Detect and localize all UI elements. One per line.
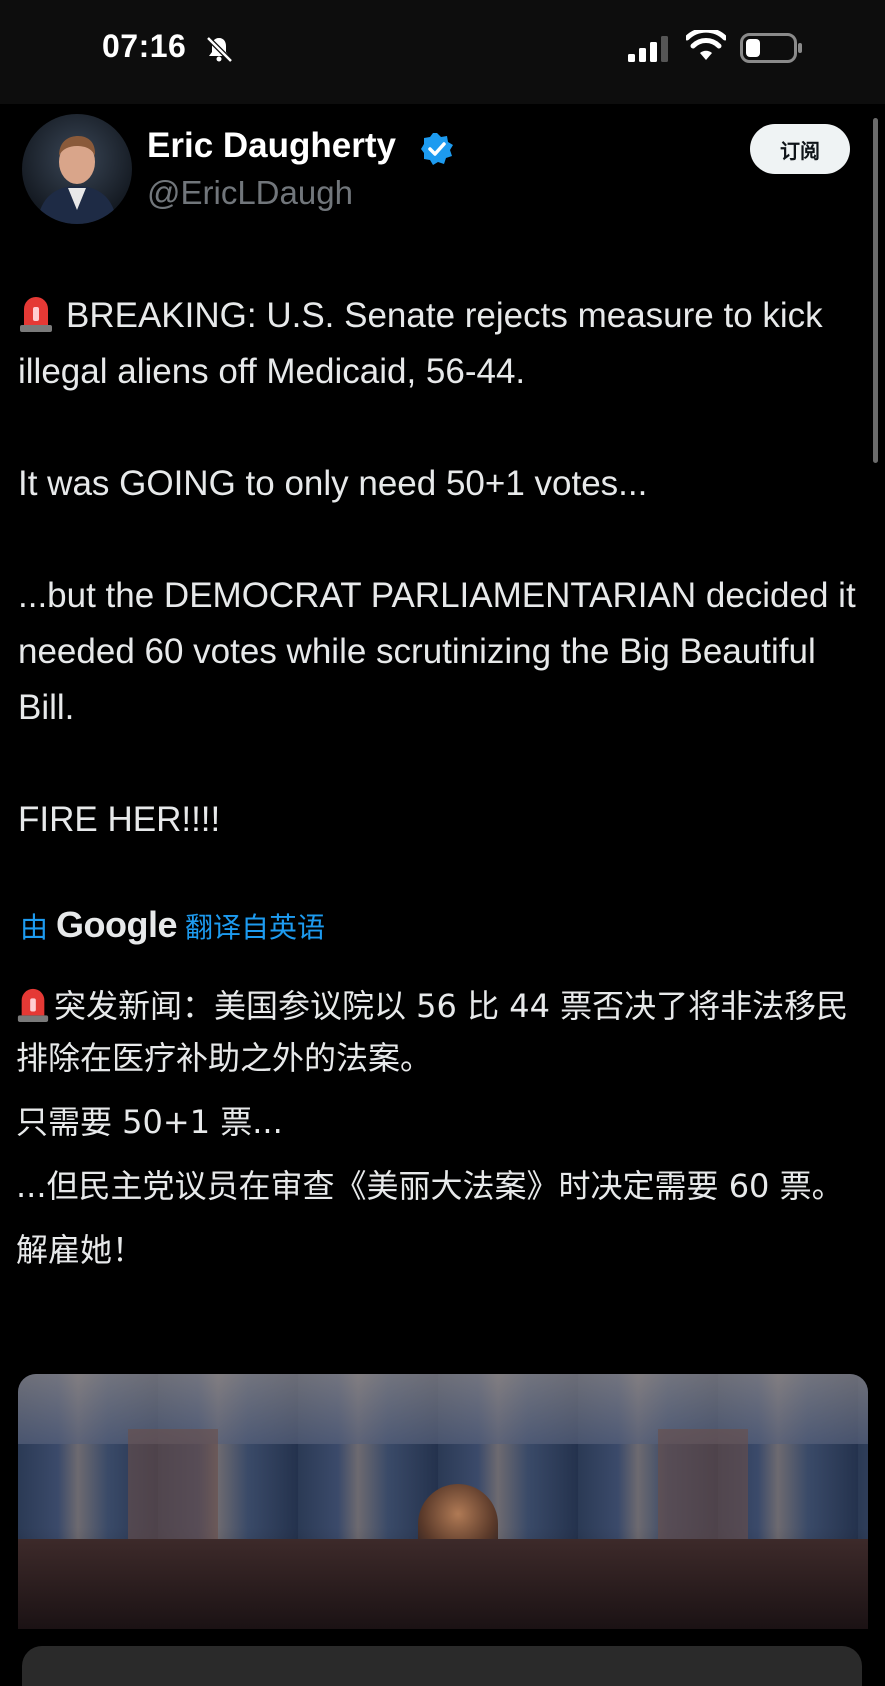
tweet-line-fire: FIRE HER!!!! bbox=[18, 800, 221, 839]
translated-line-breaking: 突发新闻：美国参议院以 56 比 44 票否决了将非法移民排除在医疗补助之外的法… bbox=[16, 987, 849, 1077]
translated-text: 突发新闻：美国参议院以 56 比 44 票否决了将非法移民排除在医疗补助之外的法… bbox=[16, 980, 871, 1288]
display-name[interactable]: Eric Daugherty bbox=[147, 126, 396, 166]
subscribe-button[interactable]: 订阅 bbox=[750, 124, 850, 174]
cellular-signal-icon bbox=[628, 36, 668, 62]
police-light-icon bbox=[20, 297, 52, 332]
avatar[interactable] bbox=[22, 114, 132, 224]
translation-prefix: 由 bbox=[20, 911, 49, 944]
translation-suffix: 翻译自英语 bbox=[185, 911, 326, 944]
tweet-line-parliamentarian: ...but the DEMOCRAT PARLIAMENTARIAN deci… bbox=[18, 576, 856, 727]
media-detail bbox=[658, 1429, 748, 1539]
wifi-icon bbox=[686, 30, 726, 60]
avatar-image bbox=[37, 136, 117, 224]
translated-line-parliamentarian: ...但民主党议员在审查《美丽大法案》时决定需要 60 票。 bbox=[16, 1167, 844, 1205]
tweet-body: BREAKING: U.S. Senate rejects measure to… bbox=[18, 288, 868, 848]
tweet-line-votes: It was GOING to only need 50+1 votes... bbox=[18, 464, 648, 503]
google-logo: Google bbox=[56, 904, 178, 945]
police-light-icon bbox=[17, 988, 49, 1022]
user-handle[interactable]: @EricLDaugh bbox=[147, 174, 353, 212]
media-detail bbox=[128, 1429, 218, 1539]
status-bar: 07:16 bbox=[0, 0, 885, 104]
status-time: 07:16 bbox=[102, 28, 187, 64]
translated-line-votes: 只需要 50+1 票... bbox=[16, 1103, 283, 1141]
bell-slash-icon bbox=[206, 36, 233, 63]
translation-attribution[interactable]: 由 Google 翻译自英语 bbox=[20, 904, 325, 946]
translated-line-fire: 解雇她！ bbox=[16, 1231, 145, 1269]
battery-icon bbox=[740, 33, 802, 63]
media-detail bbox=[18, 1539, 868, 1629]
tweet-paragraph: BREAKING: U.S. Senate rejects measure to… bbox=[18, 288, 868, 400]
scrollbar[interactable] bbox=[873, 118, 878, 463]
tweet-line-breaking: BREAKING: U.S. Senate rejects measure to… bbox=[18, 296, 823, 391]
bottom-sheet-handle[interactable] bbox=[22, 1646, 862, 1686]
tweet-media-video[interactable] bbox=[18, 1374, 868, 1629]
translated-paragraph: 突发新闻：美国参议院以 56 比 44 票否决了将非法移民排除在医疗补助之外的法… bbox=[16, 980, 871, 1084]
verified-badge-icon bbox=[421, 133, 453, 165]
